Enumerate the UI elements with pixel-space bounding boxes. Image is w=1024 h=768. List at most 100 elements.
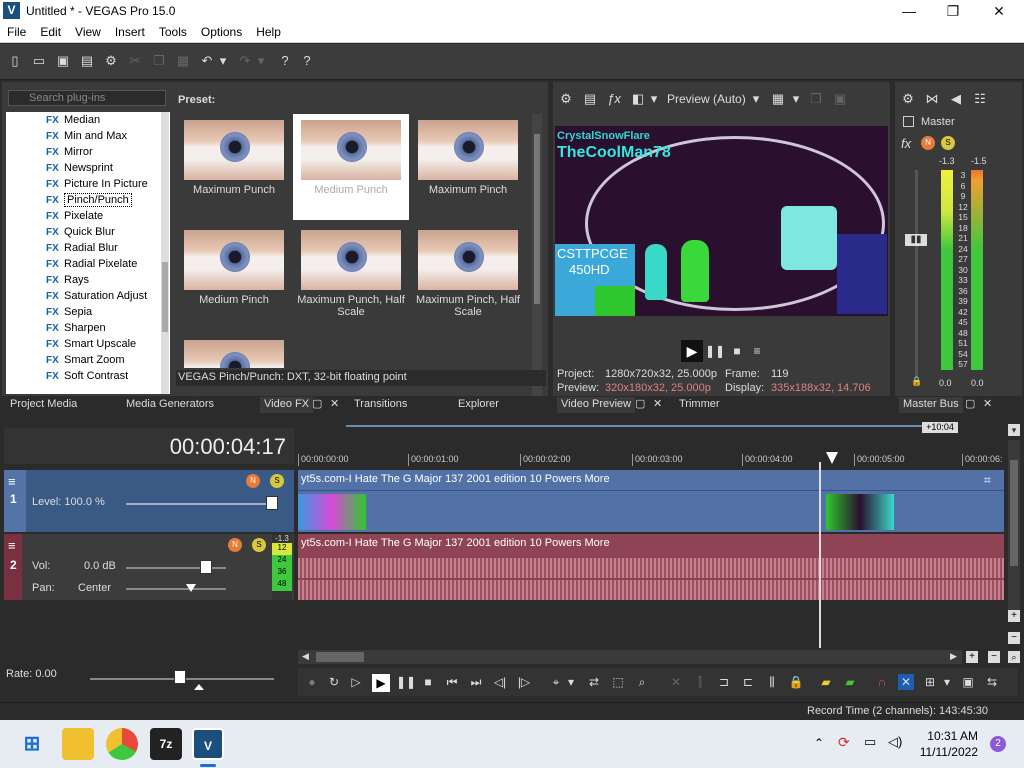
preset-medium-pinch[interactable]: Medium Pinch xyxy=(176,224,292,330)
bypass-icon[interactable]: ⋈ xyxy=(923,90,941,108)
master-fx-icon[interactable]: fx xyxy=(901,136,911,151)
preset-maximum-punch-half-scale[interactable]: Maximum Punch, Half Scale xyxy=(293,224,409,330)
video-track-lane[interactable]: yt5s.com-I Hate The G Major 137 2001 edi… xyxy=(298,470,1004,532)
solo-badge-icon[interactable]: S xyxy=(270,474,284,488)
preview-quality-select[interactable]: Preview (Auto) xyxy=(667,92,746,106)
tab-explorer[interactable]: Explorer xyxy=(458,397,499,413)
list-item[interactable]: FX Smart Zoom xyxy=(46,354,125,370)
updates-icon[interactable]: ⟳ xyxy=(838,734,850,751)
tab-close-icon[interactable]: ✕ xyxy=(983,397,992,413)
cut-icon[interactable]: ✂ xyxy=(126,52,144,70)
tab-video-fx[interactable]: Video FX xyxy=(260,397,314,413)
window-maximize-icon[interactable]: ▢ xyxy=(965,397,975,413)
lock-events-icon[interactable]: 🔒 xyxy=(788,674,804,690)
save-snapshot-icon[interactable]: ▣ xyxy=(831,90,849,108)
split-screen-icon[interactable]: ◧ xyxy=(629,90,647,108)
preview-pause-icon[interactable]: ❚❚ xyxy=(705,343,725,359)
mute-badge-icon[interactable]: N xyxy=(921,136,935,150)
undo-icon[interactable]: ↶ xyxy=(198,52,216,70)
maximize-button[interactable]: ❐ xyxy=(930,0,976,22)
insert-marker-icon[interactable]: ▰ xyxy=(818,674,834,690)
loop-playback-icon[interactable]: ↻ xyxy=(326,674,342,690)
track-menu-icon[interactable]: ≡ xyxy=(8,538,16,553)
quality-dropdown-icon[interactable]: ▾ xyxy=(751,90,761,108)
start-windows-icon[interactable]: ⊞ xyxy=(16,728,48,760)
open-folder-icon[interactable]: ▭ xyxy=(30,52,48,70)
zoom-out-horizontal-icon[interactable]: − xyxy=(988,651,1000,663)
whats-this-help-icon[interactable]: ? xyxy=(276,52,294,70)
zoom-out-vertical-icon[interactable]: − xyxy=(1008,632,1020,644)
tab-close-icon[interactable]: ✕ xyxy=(330,397,339,413)
menu-options[interactable]: Options xyxy=(194,22,249,39)
list-item[interactable]: FX Sepia xyxy=(46,306,92,322)
tab-transitions[interactable]: Transitions xyxy=(354,397,407,413)
paste-icon[interactable]: ▦ xyxy=(174,52,192,70)
list-item[interactable]: FX Quick Blur xyxy=(46,226,115,242)
lock-icon[interactable]: 🔒 xyxy=(911,376,922,387)
snapping-magnet-icon[interactable]: ∩ xyxy=(874,674,890,690)
playhead-marker-icon[interactable] xyxy=(826,452,838,464)
zoom-tool-icon[interactable]: ⌕ xyxy=(634,674,650,690)
lock-envelopes-icon[interactable]: ⇆ xyxy=(984,674,1000,690)
copy-snapshot-icon[interactable]: ❐ xyxy=(807,90,825,108)
file-explorer-icon[interactable] xyxy=(62,728,94,760)
timecode-display[interactable]: 00:00:04:17 xyxy=(4,428,294,464)
window-maximize-icon[interactable]: ▢ xyxy=(312,397,322,413)
record-icon[interactable]: ● xyxy=(304,674,320,690)
stop-icon[interactable]: ■ xyxy=(420,674,436,690)
save-icon[interactable]: ▣ xyxy=(54,52,72,70)
master-fader-handle[interactable]: ▮▮ xyxy=(905,234,927,246)
playhead-cursor[interactable] xyxy=(819,462,821,648)
tab-media-generators[interactable]: Media Generators xyxy=(126,397,214,413)
scroll-thumb[interactable] xyxy=(162,262,168,332)
scroll-left-icon[interactable]: ◀ xyxy=(302,651,309,662)
rate-default-marker[interactable] xyxy=(194,684,204,690)
trim-icon[interactable]: ⫿ xyxy=(692,674,708,690)
copy-icon[interactable]: ❐ xyxy=(150,52,168,70)
menu-tools[interactable]: Tools xyxy=(152,22,194,39)
window-maximize-icon[interactable]: ▢ xyxy=(635,397,645,413)
delete-icon[interactable]: ✕ xyxy=(668,674,684,690)
redo-icon[interactable]: ↷ xyxy=(236,52,254,70)
help-icon[interactable]: ? xyxy=(298,52,316,70)
preset-maximum-pinch-half-scale[interactable]: Maximum Pinch, Half Scale xyxy=(410,224,526,330)
audio-track-header[interactable]: ≡ 2 N S Vol: 0.0 dB Pan: Center -1.3 12 … xyxy=(4,534,294,600)
scroll-thumb[interactable] xyxy=(1010,460,1018,566)
level-slider-handle[interactable] xyxy=(266,496,278,510)
list-item[interactable]: FX Smart Upscale xyxy=(46,338,136,354)
ripple-dropdown-icon[interactable]: ▾ xyxy=(942,674,952,690)
loop-region-bar[interactable] xyxy=(346,425,956,427)
system-clock[interactable]: 10:31 AM 11/11/2022 xyxy=(920,728,978,760)
list-item[interactable]: FX Min and Max xyxy=(46,130,127,146)
tab-master-bus[interactable]: Master Bus xyxy=(899,397,963,413)
show-hidden-icons-chevron-icon[interactable]: ⌃ xyxy=(814,736,824,750)
list-item-selected[interactable]: FX Pinch/Punch xyxy=(46,193,132,210)
zoom-in-horizontal-icon[interactable]: + xyxy=(966,651,978,663)
list-item[interactable]: FX Newsprint xyxy=(46,162,113,178)
split-icon[interactable]: ⫼ xyxy=(764,674,780,690)
video-track-header[interactable]: ≡ 1 N S Level: 100.0 % xyxy=(4,470,294,532)
network-icon[interactable]: ▭ xyxy=(864,734,876,750)
crop-icon[interactable]: ⌗ xyxy=(984,473,991,488)
edit-tool-icon[interactable]: ⌖ xyxy=(548,674,564,690)
scroll-right-icon[interactable]: ▶ xyxy=(950,651,957,662)
search-plugins-input[interactable]: Search plug-ins xyxy=(8,90,166,106)
list-item[interactable]: FX Rays xyxy=(46,274,89,290)
preset-medium-punch[interactable]: Medium Punch xyxy=(293,114,409,220)
preset-maximum-pinch[interactable]: Maximum Pinch xyxy=(410,114,526,220)
preset-partial[interactable] xyxy=(176,334,292,368)
volume-icon[interactable]: ◁) xyxy=(888,734,902,750)
mute-badge-icon[interactable]: N xyxy=(246,474,260,488)
minimize-button[interactable]: — xyxy=(886,0,932,22)
vegas-taskbar-icon[interactable]: V xyxy=(192,728,224,760)
list-item[interactable]: FX Radial Pixelate xyxy=(46,258,137,274)
previous-frame-icon[interactable]: ◁| xyxy=(492,674,508,690)
next-frame-icon[interactable]: |▷ xyxy=(516,674,532,690)
list-item[interactable]: FX Saturation Adjust xyxy=(46,290,147,306)
mixer-channels-icon[interactable]: ☷ xyxy=(971,90,989,108)
split-dropdown-icon[interactable]: ▾ xyxy=(649,90,659,108)
preset-maximum-punch[interactable]: Maximum Punch xyxy=(176,114,292,220)
plugin-list-scrollbar[interactable] xyxy=(161,112,169,394)
mute-badge-icon[interactable]: N xyxy=(228,538,242,552)
list-item[interactable]: FX Sharpen xyxy=(46,322,106,338)
